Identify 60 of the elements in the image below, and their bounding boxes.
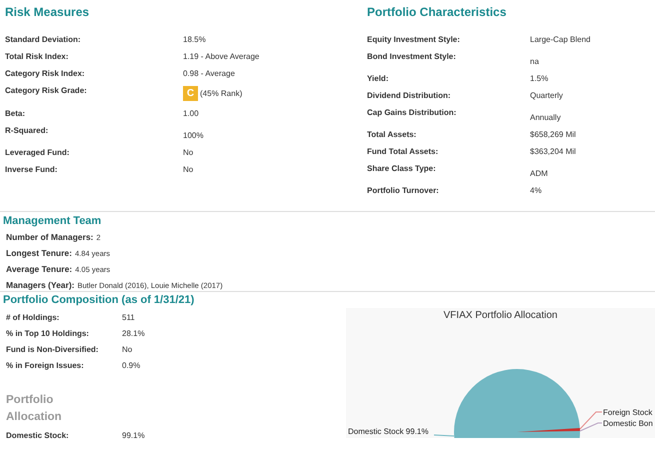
- field-label: Equity Investment Style:: [367, 35, 461, 44]
- field-label: Total Assets:: [367, 130, 418, 139]
- field-value: $658,269 Mil: [530, 130, 577, 139]
- field-value: 1.5%: [530, 74, 550, 83]
- field-value: 28.1%: [122, 329, 146, 338]
- pie-label: Domestic Bon: [603, 419, 653, 428]
- section-heading: Risk Measures: [5, 5, 90, 19]
- field-value: 99.1%: [122, 431, 146, 440]
- field-value: No: [183, 165, 194, 174]
- field-label: Domestic Stock:: [6, 431, 70, 440]
- field-label: % in Foreign Issues:: [6, 361, 85, 370]
- section-heading: Portfolio Composition (as of 1/31/21): [3, 294, 196, 306]
- field-label: Fund Total Assets:: [367, 147, 440, 156]
- field-label: Longest Tenure:: [6, 248, 72, 258]
- field-label: R-Squared:: [5, 126, 50, 135]
- field-label: Standard Deviation:: [5, 35, 82, 44]
- field-value: (45% Rank): [200, 89, 242, 98]
- field-value: Quarterly: [530, 91, 564, 100]
- field-value: 100%: [183, 130, 204, 140]
- field-label: Cap Gains Distribution:: [367, 108, 458, 117]
- field-label: Yield:: [367, 74, 390, 83]
- field-value: Annually: [530, 112, 562, 122]
- field-label: Inverse Fund:: [5, 165, 58, 174]
- field-label: Beta:: [5, 109, 26, 118]
- field-label: Category Risk Grade:: [5, 86, 88, 95]
- field-value: 0.98 - Average: [183, 69, 236, 78]
- section-heading: Allocation: [6, 410, 63, 425]
- field-label: Average Tenure:: [6, 264, 72, 274]
- field-value: 1.00: [183, 109, 200, 118]
- field-label: Dividend Distribution:: [367, 91, 452, 100]
- field-label: Share Class Type:: [367, 164, 437, 173]
- field-label: Portfolio Turnover:: [367, 186, 440, 195]
- field-label: Category Risk Index:: [5, 69, 86, 78]
- field-label: Number of Managers:: [6, 232, 94, 242]
- chart-title: VFIAX Portfolio Allocation: [442, 309, 558, 321]
- field-value: Large-Cap Blend: [530, 35, 592, 44]
- field-label: % in Top 10 Holdings:: [6, 329, 90, 338]
- field-value: No: [183, 148, 194, 157]
- field-value: 1.19 - Above Average: [183, 52, 260, 61]
- field-value: na: [530, 56, 540, 66]
- section-heading: Portfolio: [6, 393, 54, 408]
- pie-label: Domestic Stock 99.1%: [348, 427, 428, 436]
- section-heading: Management Team: [3, 215, 102, 227]
- field-value: 511: [122, 313, 136, 322]
- section-heading: Portfolio Characteristics: [367, 5, 508, 19]
- field-label: Fund is Non-Diversified:: [6, 345, 100, 354]
- pie-label: Foreign Stock: [603, 408, 652, 417]
- grade-badge: C: [183, 86, 198, 101]
- field-value: 18.5%: [183, 35, 207, 44]
- field-value: 0.9%: [122, 361, 142, 370]
- field-value: 4%: [530, 186, 543, 195]
- field-label: Total Risk Index:: [5, 52, 70, 61]
- leader-line: [434, 434, 454, 436]
- field-value: ADM: [530, 168, 549, 178]
- field-label: Managers (Year):: [6, 280, 74, 290]
- field-value: No: [122, 345, 134, 354]
- field-label: # of Holdings:: [6, 313, 60, 322]
- field-label: Leveraged Fund:: [5, 148, 70, 157]
- field-label: Bond Investment Style:: [367, 52, 457, 61]
- field-value: $363,204 Mil: [530, 147, 577, 156]
